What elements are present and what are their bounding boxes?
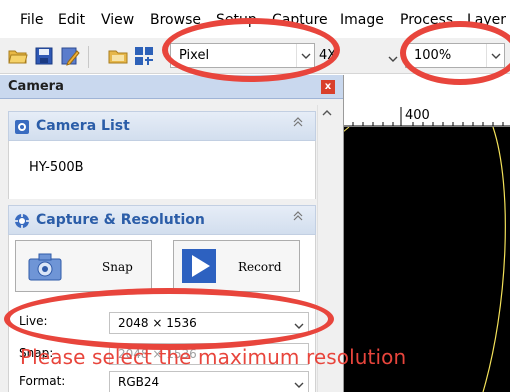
edit-icon[interactable]	[60, 46, 80, 66]
open-folder-icon[interactable]	[8, 46, 28, 66]
ruler-label: 400	[405, 108, 430, 123]
menu-view[interactable]: View	[101, 12, 134, 28]
camera-icon	[28, 253, 62, 281]
section-title: Camera List	[36, 118, 130, 134]
folder-icon[interactable]	[108, 46, 128, 66]
ruler: 400	[343, 75, 510, 127]
toolbar-separator	[88, 46, 89, 68]
section-capture-resolution[interactable]: Capture & Resolution	[8, 205, 316, 235]
highlight-ring	[162, 18, 340, 82]
panel-title: Camera	[8, 79, 64, 94]
panel-header: Camera x	[0, 75, 343, 99]
highlight-ring	[400, 21, 510, 85]
annotation-note: Please select the maximum resolution	[20, 345, 407, 369]
play-icon	[182, 249, 216, 283]
grid-icon[interactable]	[134, 46, 154, 66]
save-icon[interactable]	[34, 46, 54, 66]
collapse-icon[interactable]	[293, 117, 303, 130]
highlight-ring	[4, 288, 334, 350]
menu-edit[interactable]: Edit	[58, 12, 85, 28]
camera-list-body: HY-500B	[8, 141, 316, 199]
menu-image[interactable]: Image	[340, 12, 384, 28]
record-label: Record	[238, 260, 282, 274]
snap-button[interactable]: Snap	[15, 240, 152, 292]
settings-icon	[15, 214, 29, 228]
chevron-down-icon	[294, 377, 304, 392]
menu-file[interactable]: File	[20, 12, 43, 28]
format-select[interactable]: RGB24	[109, 371, 309, 392]
format-value: RGB24	[118, 375, 160, 389]
record-button[interactable]: Record	[173, 240, 300, 292]
section-camera-list[interactable]: Camera List	[8, 111, 316, 141]
chevron-up-icon[interactable]	[322, 110, 332, 116]
chevron-down-icon[interactable]	[388, 51, 398, 66]
collapse-icon[interactable]	[293, 211, 303, 224]
snap-label: Snap	[102, 260, 133, 274]
camera-icon	[15, 120, 29, 134]
section-title: Capture & Resolution	[36, 212, 205, 228]
camera-device-item[interactable]: HY-500B	[29, 160, 84, 175]
close-icon[interactable]: x	[321, 80, 335, 94]
format-label: Format:	[19, 374, 66, 388]
